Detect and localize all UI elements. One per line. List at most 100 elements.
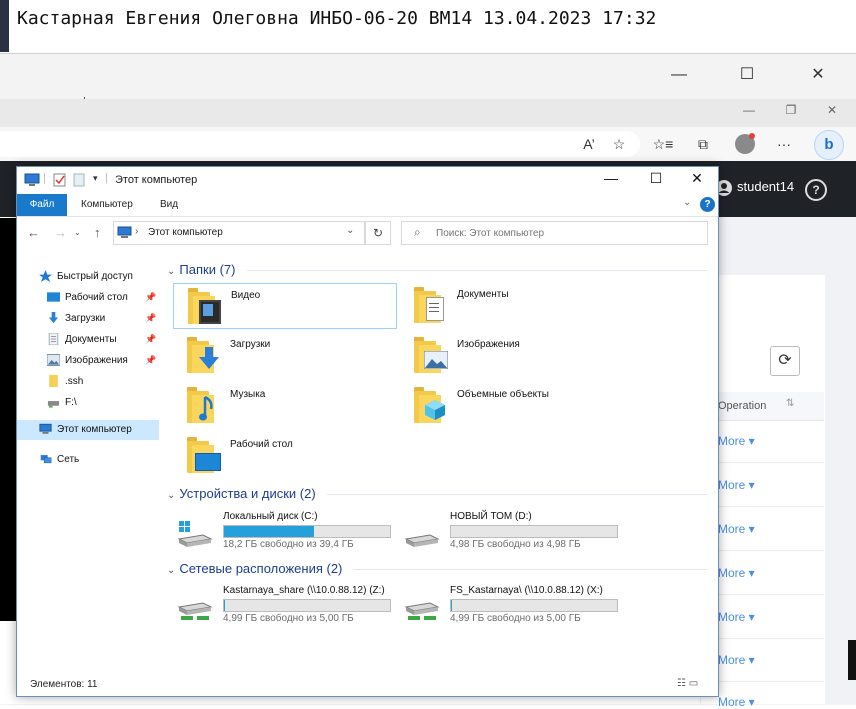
folder-3d-objects[interactable]: Объемные объекты [400,383,622,427]
group-header-devices[interactable]: ⌄Устройства и диски (2) [167,486,316,501]
star-icon [39,270,52,282]
customize-quick-access-icon[interactable]: ▾ [93,173,98,184]
pin-icon[interactable]: 📌 [145,334,156,345]
explorer-refresh-button[interactable]: ↻ [365,221,391,245]
sidebar-item-pictures[interactable]: Изображения 📌 [17,351,159,371]
sidebar-item-desktop[interactable]: Рабочий стол 📌 [17,288,159,308]
up-button[interactable]: ↑ [94,225,101,240]
pictures-icon [47,354,60,366]
network-drive-icon [47,396,60,408]
this-pc-icon [39,423,52,435]
sidebar-item-f-drive[interactable]: F:\ [17,393,159,413]
folder-pictures[interactable]: Изображения [400,333,622,377]
windows-drive-icon [177,521,213,547]
group-header-network[interactable]: ⌄Сетевые расположения (2) [167,561,342,576]
more-link[interactable]: More ▾ [718,434,755,448]
sidebar-item-quick-access[interactable]: Быстрый доступ [17,267,159,287]
navigation-pane: Быстрый доступ Рабочий стол 📌 Загрузки 📌… [17,263,159,673]
download-icon [47,312,60,324]
tab-view[interactable]: Вид [160,199,178,210]
address-dropdown-icon[interactable]: ⌄ [346,225,354,236]
folder-documents[interactable]: Документы [400,283,622,327]
explorer-ribbon: Файл Компьютер Вид ⌄ ? [17,194,718,217]
folder-music[interactable]: Музыка [173,383,395,427]
folder-label: Музыка [230,389,265,400]
edge-restore-button[interactable]: ❐ [780,103,802,117]
folder-desktop[interactable]: Рабочий стол [173,433,395,477]
view-toggle-icons[interactable]: ☷ ▭ [677,678,698,689]
sidebar-item-ssh[interactable]: .ssh [17,372,159,392]
more-link[interactable]: More ▾ [718,653,755,667]
folder-downloads[interactable]: Загрузки [173,333,395,377]
sidebar-item-downloads[interactable]: Загрузки 📌 [17,309,159,329]
pin-icon[interactable]: 📌 [145,355,156,366]
favorites-icon[interactable]: ☆≡ [652,134,674,154]
back-button[interactable]: ← [27,225,40,240]
explorer-help-icon[interactable]: ? [700,197,715,212]
refresh-button[interactable]: ⟳ [770,346,800,376]
recent-locations-icon[interactable]: ⌄ [74,228,81,237]
more-link[interactable]: More ▾ [718,610,755,624]
file-explorer-window: | ▾ | Этот компьютер — ☐ ✕ Файл Компьюте… [16,166,719,697]
more-link[interactable]: More ▾ [718,478,755,492]
sidebar-item-this-pc[interactable]: Этот компьютер [17,420,159,440]
sort-icon[interactable]: ⇅ [786,398,794,409]
sidebar-item-network[interactable]: Сеть [17,450,159,470]
drive-d[interactable]: НОВЫЙ ТОМ (D:) 4,98 ГБ свободно из 4,98 … [394,509,616,553]
group-divider [327,494,707,495]
search-input[interactable] [434,225,698,241]
explorer-navigation-bar: ← → ⌄ ↑ › Этот компьютер ⌄ ↻ ⌕ [17,217,718,249]
edge-address-bar[interactable] [0,131,640,157]
folder-label: Объемные объекты [457,389,549,400]
sidebar-item-label: Изображения [65,355,128,366]
tab-file[interactable]: Файл [17,194,67,216]
explorer-minimize-button[interactable]: — [592,170,630,190]
edge-minimize-button[interactable]: — [738,103,760,117]
outer-maximize-button[interactable]: ☐ [727,62,767,88]
this-pc-icon [24,173,40,187]
collections-icon[interactable]: ⧉ [692,134,714,154]
pin-icon[interactable]: 📌 [145,313,156,324]
help-icon[interactable]: ? [805,179,827,201]
desktop-icon [47,291,60,303]
explorer-content: ⌄Папки (7) Видео Документы Загрузки [167,259,712,679]
drive-usage-bar [223,525,391,538]
search-box[interactable]: ⌕ [401,221,708,245]
username-label[interactable]: student14 [737,179,794,194]
forward-button[interactable]: → [54,225,67,240]
edge-close-button[interactable]: ✕ [821,103,843,117]
drive-free-space: 18,2 ГБ свободно из 39,4 ГБ [223,539,354,550]
bing-chat-icon[interactable]: b [814,130,844,160]
drive-free-space: 4,98 ГБ свободно из 4,98 ГБ [450,539,581,550]
add-favorite-icon[interactable]: ☆ [608,134,630,154]
new-folder-icon[interactable] [73,173,85,187]
more-link[interactable]: More ▾ [718,522,755,536]
more-icon[interactable]: ··· [773,134,795,154]
explorer-maximize-button[interactable]: ☐ [637,170,675,190]
outer-close-button[interactable]: ✕ [798,62,838,88]
drive-usage-bar [450,525,618,538]
explorer-title: Этот компьютер [115,174,197,186]
caption-bar: Кастарная Евгения Олеговна ИНБО-06-20 ВМ… [0,0,856,48]
read-aloud-icon[interactable]: A’ [578,134,600,154]
network-drive-z[interactable]: Kastarnaya_share (\\10.0.88.12) (Z:) 4,9… [167,583,389,627]
music-folder-icon [187,385,217,425]
folder-video[interactable]: Видео [173,283,397,329]
group-header-folders[interactable]: ⌄Папки (7) [167,262,235,277]
address-bar[interactable]: › Этот компьютер [113,221,365,245]
background-terminal-strip [0,218,17,621]
explorer-close-button[interactable]: ✕ [678,170,716,190]
more-link[interactable]: More ▾ [718,695,755,709]
drive-name: Kastarnaya_share (\\10.0.88.12) (Z:) [223,585,385,596]
properties-icon[interactable] [53,173,67,187]
network-drive-x[interactable]: FS_Kastarnaya\ (\\10.0.88.12) (X:) 4,99 … [394,583,616,627]
pin-icon[interactable]: 📌 [145,292,156,303]
expand-ribbon-icon[interactable]: ⌄ [683,197,691,208]
tab-computer[interactable]: Компьютер [81,199,133,210]
outer-minimize-button[interactable]: — [659,62,699,88]
drive-c[interactable]: Локальный диск (C:) 18,2 ГБ свободно из … [167,509,389,553]
sidebar-item-label: Документы [65,334,117,345]
sidebar-item-documents[interactable]: Документы 📌 [17,330,159,350]
group-divider [353,569,707,570]
more-link[interactable]: More ▾ [718,566,755,580]
